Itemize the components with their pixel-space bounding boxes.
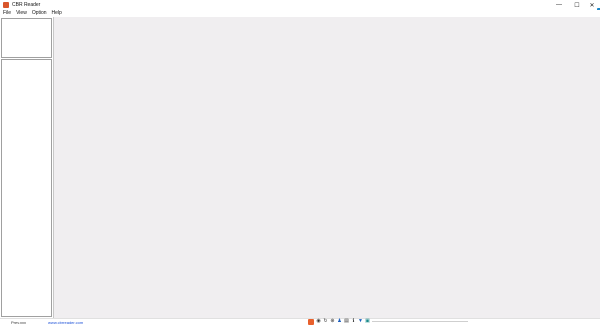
down-arrow-icon[interactable]: ▼ — [358, 319, 363, 324]
preview-panel[interactable] — [1, 18, 52, 58]
app-icon — [3, 2, 9, 8]
menu-bar: File View Option Help — [0, 10, 600, 17]
status-toolbar: ◉ ↻ ⊕ ♟ ▤ ℹ ▼ ▣ — [308, 318, 370, 325]
status-divider — [372, 321, 468, 322]
menu-help[interactable]: Help — [52, 10, 62, 17]
rotate-icon[interactable]: ↻ — [323, 319, 328, 324]
menu-view[interactable]: View — [16, 10, 27, 17]
window-title: CBR Reader — [12, 2, 41, 8]
info-icon[interactable]: ℹ — [351, 319, 356, 324]
status-bar: Prev.xxx www.cbrreader.com — [0, 318, 600, 325]
thumbnail-list-panel[interactable] — [1, 59, 52, 317]
app-logo-icon[interactable] — [308, 318, 314, 325]
minimize-button[interactable]: — — [552, 0, 566, 10]
menu-option[interactable]: Option — [32, 10, 47, 17]
maximize-button[interactable]: ☐ — [570, 0, 584, 10]
website-link[interactable]: www.cbrreader.com — [48, 320, 83, 325]
page-icon[interactable]: ▣ — [365, 319, 370, 324]
zoom-icon[interactable]: ⊕ — [330, 319, 335, 324]
prev-button[interactable]: Prev.xxx — [11, 320, 26, 325]
print-icon[interactable]: ▤ — [344, 319, 349, 324]
title-bar: CBR Reader — [0, 0, 600, 10]
user-icon[interactable]: ♟ — [337, 319, 342, 324]
comic-viewer-area[interactable] — [53, 17, 600, 318]
eye-icon[interactable]: ◉ — [316, 319, 321, 324]
menu-file[interactable]: File — [3, 10, 11, 17]
